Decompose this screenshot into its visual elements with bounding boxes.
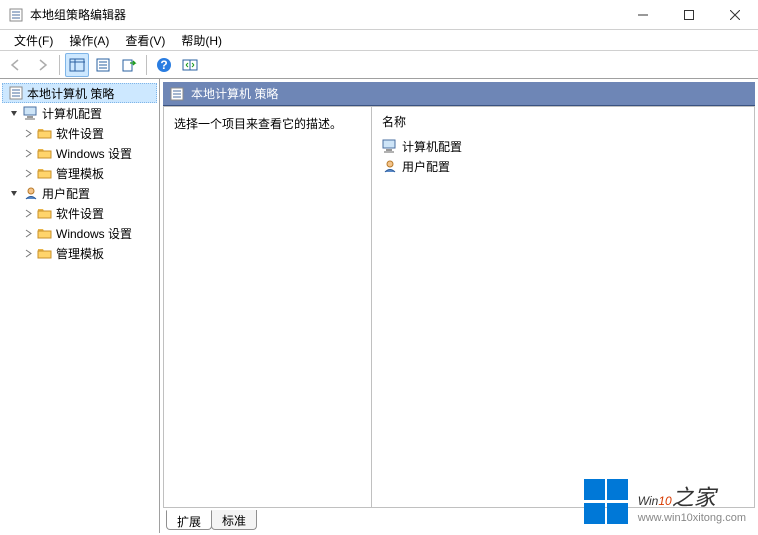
- folder-icon: [37, 225, 53, 241]
- show-hide-button[interactable]: [178, 53, 202, 77]
- policy-icon: [8, 85, 24, 101]
- back-button[interactable]: [4, 53, 28, 77]
- user-icon: [23, 185, 39, 201]
- tree-label: Windows 设置: [56, 145, 132, 162]
- description-text: 选择一个项目来查看它的描述。: [174, 117, 342, 131]
- description-pane: 选择一个项目来查看它的描述。: [164, 107, 372, 507]
- toolbar-separator: [146, 55, 147, 75]
- windows-logo-icon: [584, 479, 630, 525]
- tree-user-config[interactable]: 用户配置: [2, 183, 157, 203]
- tree-label: 软件设置: [56, 125, 104, 142]
- tree-label: 计算机配置: [42, 105, 102, 122]
- folder-icon: [37, 245, 53, 261]
- chevron-right-icon[interactable]: [22, 247, 34, 259]
- export-button[interactable]: [117, 53, 141, 77]
- titlebar: 本地组策略编辑器: [0, 0, 758, 30]
- chevron-right-icon[interactable]: [22, 127, 34, 139]
- show-tree-button[interactable]: [65, 53, 89, 77]
- tree-item-windows[interactable]: Windows 设置: [2, 143, 157, 163]
- list-item-user[interactable]: 用户配置: [382, 156, 744, 176]
- tab-extended[interactable]: 扩展: [166, 510, 212, 530]
- user-icon: [382, 158, 398, 174]
- tree-label: 管理模板: [56, 245, 104, 262]
- tree-label: 管理模板: [56, 165, 104, 182]
- toolbar-separator: [59, 55, 60, 75]
- minimize-button[interactable]: [620, 0, 666, 29]
- content-body: 选择一个项目来查看它的描述。 名称 计算机配置 用户配置: [163, 106, 755, 508]
- content-header-title: 本地计算机 策略: [191, 85, 278, 102]
- maximize-button[interactable]: [666, 0, 712, 29]
- list-item-label: 用户配置: [402, 158, 450, 175]
- svg-text:?: ?: [160, 58, 167, 72]
- menubar: 文件(F) 操作(A) 查看(V) 帮助(H): [0, 30, 758, 51]
- chevron-right-icon[interactable]: [22, 147, 34, 159]
- content-pane: 本地计算机 策略 选择一个项目来查看它的描述。 名称 计算机配置 用户配置 扩展…: [160, 79, 758, 533]
- help-button[interactable]: ?: [152, 53, 176, 77]
- watermark-title: Win10之家: [638, 480, 746, 512]
- menu-view[interactable]: 查看(V): [117, 30, 173, 51]
- tree-root[interactable]: 本地计算机 策略: [2, 83, 157, 103]
- menu-help[interactable]: 帮助(H): [173, 30, 230, 51]
- folder-icon: [37, 165, 53, 181]
- folder-icon: [37, 145, 53, 161]
- list-item-computer[interactable]: 计算机配置: [382, 136, 744, 156]
- menu-file[interactable]: 文件(F): [6, 30, 61, 51]
- tree-pane[interactable]: 本地计算机 策略 计算机配置 软件设置 Windows 设置 管理模板: [0, 79, 160, 533]
- list-pane[interactable]: 名称 计算机配置 用户配置: [372, 107, 754, 507]
- chevron-right-icon[interactable]: [22, 227, 34, 239]
- tree-label: Windows 设置: [56, 225, 132, 242]
- tree-item-admin[interactable]: 管理模板: [2, 163, 157, 183]
- tree-item-software[interactable]: 软件设置: [2, 123, 157, 143]
- tab-standard[interactable]: 标准: [211, 510, 257, 530]
- menu-action[interactable]: 操作(A): [61, 30, 117, 51]
- content-header: 本地计算机 策略: [163, 82, 755, 106]
- app-icon: [8, 7, 24, 23]
- folder-icon: [37, 205, 53, 221]
- tree-item-software[interactable]: 软件设置: [2, 203, 157, 223]
- chevron-right-icon[interactable]: [22, 167, 34, 179]
- forward-button[interactable]: [30, 53, 54, 77]
- chevron-right-icon[interactable]: [22, 207, 34, 219]
- properties-button[interactable]: [91, 53, 115, 77]
- tree-root-label: 本地计算机 策略: [27, 85, 114, 102]
- chevron-down-icon[interactable]: [8, 107, 20, 119]
- watermark-url: www.win10xitong.com: [638, 512, 746, 524]
- tree-item-admin[interactable]: 管理模板: [2, 243, 157, 263]
- tree-label: 软件设置: [56, 205, 104, 222]
- computer-icon: [23, 105, 39, 121]
- chevron-down-icon[interactable]: [8, 187, 20, 199]
- column-header-name[interactable]: 名称: [382, 113, 744, 130]
- tree-computer-config[interactable]: 计算机配置: [2, 103, 157, 123]
- folder-icon: [37, 125, 53, 141]
- window-title: 本地组策略编辑器: [30, 6, 620, 23]
- toolbar: ?: [0, 51, 758, 79]
- tree-label: 用户配置: [42, 185, 90, 202]
- computer-icon: [382, 138, 398, 154]
- close-button[interactable]: [712, 0, 758, 29]
- policy-icon: [169, 86, 185, 102]
- list-item-label: 计算机配置: [402, 138, 462, 155]
- tree-item-windows[interactable]: Windows 设置: [2, 223, 157, 243]
- watermark: Win10之家 www.win10xitong.com: [584, 479, 746, 525]
